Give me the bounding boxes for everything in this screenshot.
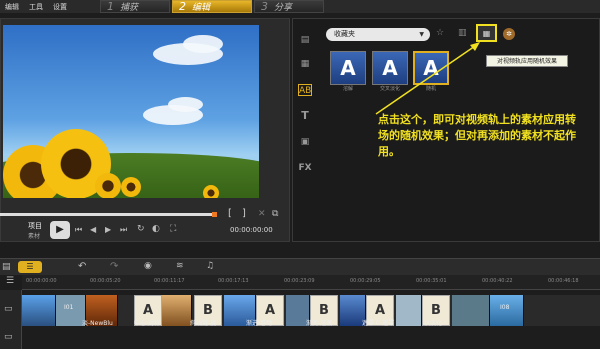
audio-mixer-icon[interactable]: ≋	[176, 261, 184, 271]
instant-project-icon[interactable]: ▦	[298, 58, 312, 70]
clip-label: 遮罩 C-遮罩	[362, 320, 395, 327]
play-button[interactable]: ▶	[50, 221, 70, 239]
clip-label: 状淡化-!	[424, 320, 447, 327]
repeat-icon[interactable]: ↻	[137, 224, 145, 234]
fullscreen-icon[interactable]: ⛶	[170, 224, 176, 234]
clip-label: 渐进-卷动	[246, 320, 273, 327]
ruler-tick: 00:00:29:05	[350, 278, 381, 284]
timeline-ruler[interactable]: 00:00:00:00 00:00:05:20 00:00:11:17 00:0…	[22, 275, 600, 290]
go-start-icon[interactable]: ⏮	[75, 225, 82, 235]
step-tab-capture[interactable]: 1 捕获	[100, 0, 170, 13]
playback-controls: [ ] ✕ ⧉ 项目 素材 ▶ ⏮ ◀ ▶ ⏭ ↻ ◐ ⛶ 00:00:00:0…	[0, 206, 290, 242]
transition-icon[interactable]: AB	[298, 84, 312, 96]
clip-label: 斜线链-旋	[190, 320, 217, 327]
redo-icon[interactable]: ↷	[110, 261, 118, 272]
add-to-favorites-icon[interactable]: ☆	[436, 28, 444, 38]
ruler-tick: 00:00:46:18	[548, 278, 579, 284]
filter-icon[interactable]: FX	[298, 162, 312, 174]
step-tab-edit[interactable]: 2 编辑	[172, 0, 252, 13]
clip-label: 淡-NewBlu	[82, 320, 113, 327]
prev-frame-icon[interactable]: ◀	[90, 225, 96, 234]
tooltip: 对视频轨应用随机效果	[486, 55, 568, 67]
menu-settings[interactable]: 设置	[48, 2, 72, 12]
sunflower	[95, 173, 121, 198]
clip-label: I08	[500, 304, 510, 311]
scrub-bar[interactable]	[0, 213, 215, 216]
title-icon[interactable]: T	[298, 110, 312, 122]
ruler-tick: 00:00:17:13	[218, 278, 249, 284]
media-icon[interactable]: ▤	[298, 34, 312, 46]
video-clip[interactable]	[452, 295, 490, 326]
video-clip[interactable]	[22, 295, 56, 326]
random-effect-icon: ▦	[482, 28, 491, 38]
timeline-toolbar: ▤ ☰ ↶ ↷ ◉ ≋ ♫	[0, 258, 600, 275]
ruler-tick: 00:00:23:09	[284, 278, 315, 284]
volume-icon[interactable]: ◐	[152, 224, 160, 234]
apply-effect-icon[interactable]: ▥	[458, 28, 467, 38]
cloud	[168, 97, 203, 112]
step-tab-share[interactable]: 3 分享	[254, 0, 324, 13]
thumb-label: 溶解	[342, 86, 353, 92]
transition-thumb-dissolve[interactable]: A	[330, 51, 366, 85]
clip-label: 中心-对称	[134, 320, 161, 327]
ruler-tick: 00:00:11:17	[154, 278, 185, 284]
storyboard-view-icon[interactable]: ▤	[2, 262, 11, 272]
scrub-end-marker[interactable]	[212, 212, 217, 217]
video-clip[interactable]	[396, 295, 422, 326]
cloud	[183, 35, 223, 53]
track-header: ▭ ▭	[0, 290, 22, 349]
next-frame-icon[interactable]: ▶	[105, 225, 111, 234]
clip-label[interactable]: 素材	[28, 231, 40, 240]
sunflower	[203, 185, 219, 198]
clip-label: I01	[64, 304, 74, 311]
ruler-tick: 00:00:35:01	[416, 278, 447, 284]
ruler-tick: 00:00:00:00	[26, 278, 57, 284]
overlay-track-icon[interactable]: ▭	[4, 332, 13, 342]
timecode[interactable]: 00:00:00:00	[230, 226, 273, 234]
copy-icon[interactable]: ⧉	[272, 209, 278, 219]
ruler-tick: 00:00:40:22	[482, 278, 513, 284]
clip-label: 渐变-过渡	[306, 320, 333, 327]
video-clip[interactable]	[162, 295, 192, 326]
ruler-tick: 00:00:05:20	[90, 278, 121, 284]
timeline-view-button[interactable]: ☰	[18, 261, 42, 273]
options-icon[interactable]: ✲	[503, 28, 515, 40]
graphic-icon[interactable]: ▣	[298, 136, 312, 148]
cut-icon[interactable]: ✕	[258, 209, 266, 219]
track-manager-icon[interactable]: ☰	[0, 276, 20, 288]
annotation-text: 点击这个，即可对视频轨上的素材应用转场的随机效果；但对再添加的素材不起作用。	[378, 113, 576, 158]
mark-out-icon[interactable]: ]	[242, 208, 246, 219]
mark-in-icon[interactable]: [	[228, 208, 232, 219]
go-end-icon[interactable]: ⏭	[120, 225, 127, 235]
auto-music-icon[interactable]: ♫	[206, 261, 214, 271]
video-track-icon[interactable]: ▭	[4, 304, 13, 314]
record-capture-icon[interactable]: ◉	[144, 261, 152, 271]
undo-icon[interactable]: ↶	[78, 261, 86, 272]
annotation-arrow	[375, 42, 480, 115]
project-label[interactable]: 项目	[28, 221, 42, 231]
menu-edit[interactable]: 编辑	[0, 2, 24, 12]
preview-window[interactable]	[3, 25, 259, 198]
sunflower	[121, 177, 141, 197]
menu-tools[interactable]: 工具	[24, 2, 48, 12]
